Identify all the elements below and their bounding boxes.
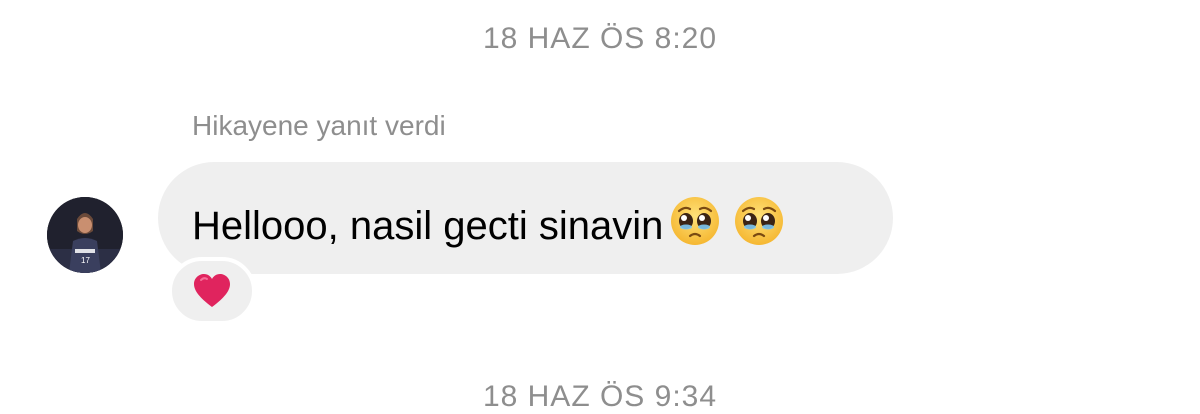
message-timestamp: 18 HAZ ÖS 8:20	[482, 22, 718, 55]
svg-text:17: 17	[81, 256, 90, 265]
message-content: Hellooo, nasil gecti sinavin	[192, 195, 785, 257]
sender-avatar[interactable]: 17	[47, 197, 123, 273]
heart-reaction[interactable]	[168, 257, 256, 325]
avatar-photo: 17	[47, 197, 123, 273]
message-timestamp: 18 HAZ ÖS 9:34	[482, 380, 718, 413]
pleading-face-icon	[669, 195, 721, 257]
message-text: Hellooo, nasil gecti sinavin	[192, 204, 664, 248]
story-reply-caption: Hikayene yanıt verdi	[192, 110, 446, 141]
message-bubble[interactable]: Hellooo, nasil gecti sinavin	[158, 162, 893, 274]
red-heart-icon	[194, 274, 230, 307]
pleading-face-icon	[733, 195, 785, 257]
